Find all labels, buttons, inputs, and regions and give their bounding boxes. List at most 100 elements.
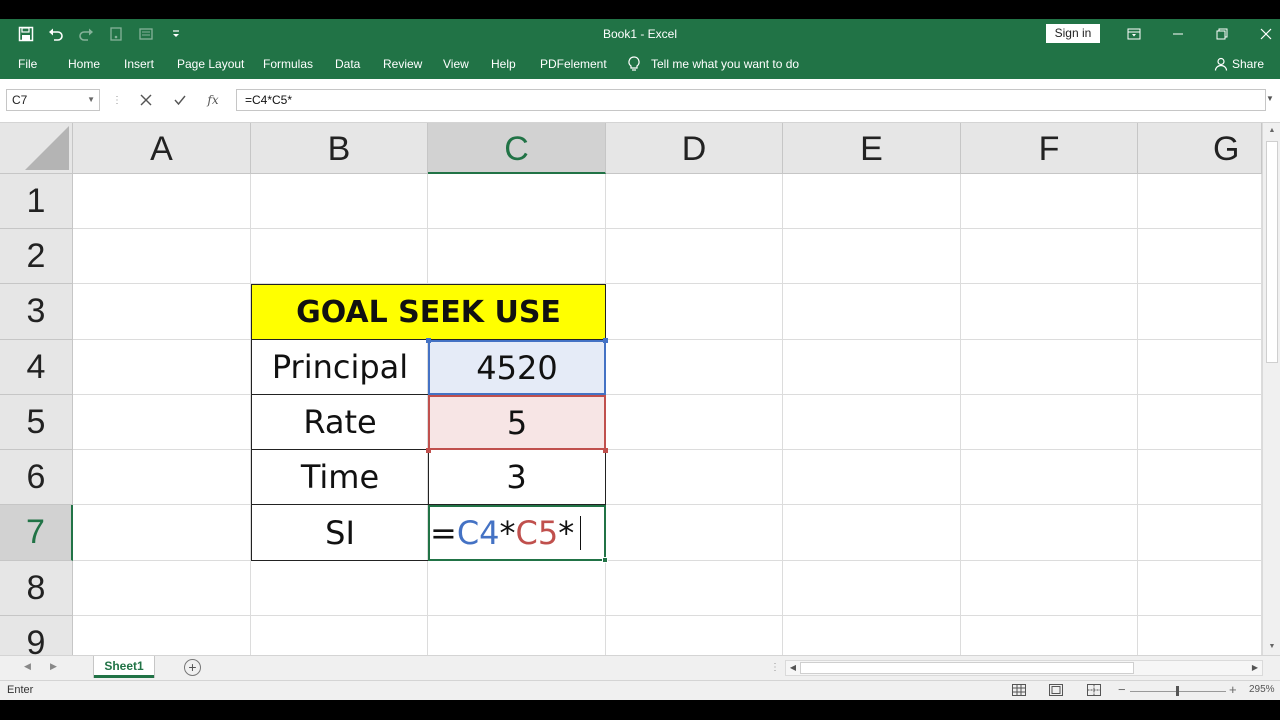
zoom-level[interactable]: 295%	[1249, 684, 1275, 695]
tab-view[interactable]: View	[443, 49, 469, 79]
name-box[interactable]: C7 ▼	[6, 89, 100, 111]
cell-c6-value[interactable]: 3	[428, 450, 606, 505]
next-sheet-icon[interactable]: ▶	[50, 661, 57, 672]
horizontal-scroll-thumb[interactable]	[800, 662, 1134, 674]
cell-b5-label[interactable]: Rate	[251, 395, 429, 450]
column-header-d[interactable]: D	[606, 123, 783, 174]
restore-icon[interactable]	[1200, 19, 1244, 49]
column-header-b[interactable]: B	[251, 123, 428, 174]
expand-formula-bar-icon[interactable]: ▼	[1266, 94, 1274, 103]
zoom-slider-thumb[interactable]	[1176, 686, 1179, 696]
tell-me-label: Tell me what you want to do	[651, 57, 800, 71]
column-header-e[interactable]: E	[783, 123, 961, 174]
row-header-9[interactable]: 9	[0, 616, 73, 655]
page-break-preview-icon[interactable]	[1087, 684, 1101, 696]
tab-home[interactable]: Home	[68, 49, 100, 79]
insert-function-button[interactable]: fx	[200, 89, 226, 111]
save-icon[interactable]	[14, 22, 38, 46]
tab-data[interactable]: Data	[335, 49, 360, 79]
share-button[interactable]: Share	[1214, 49, 1264, 79]
tab-page-layout[interactable]: Page Layout	[177, 49, 244, 79]
sign-in-button[interactable]: Sign in	[1046, 24, 1100, 43]
form-icon[interactable]	[134, 22, 158, 46]
close-icon[interactable]	[1244, 19, 1280, 49]
row-header-7[interactable]: 7	[0, 505, 73, 561]
cell-c5-value[interactable]: 5	[428, 395, 606, 450]
column-header-c[interactable]: C	[428, 123, 606, 174]
ref-handle[interactable]	[603, 448, 608, 453]
column-header-f[interactable]: F	[961, 123, 1138, 174]
worksheet-grid[interactable]: A B C D E F G 1 2 3 4 5 6 7 8 9 GOAL SEE…	[0, 123, 1262, 655]
fill-handle[interactable]	[602, 557, 608, 563]
scroll-down-icon[interactable]: ▼	[1263, 639, 1280, 655]
scroll-up-icon[interactable]: ▲	[1263, 123, 1280, 139]
horizontal-scrollbar[interactable]: ◀ ▶	[785, 660, 1263, 676]
share-label: Share	[1232, 57, 1265, 71]
cell-b6-label[interactable]: Time	[251, 450, 429, 505]
row-header-6[interactable]: 6	[0, 450, 73, 505]
chevron-down-icon[interactable]: ▼	[87, 90, 95, 110]
status-mode: Enter	[7, 684, 34, 696]
quick-access-toolbar	[14, 19, 188, 49]
cell-c4-value[interactable]: 4520	[428, 340, 606, 395]
sheet-tab-sheet1[interactable]: Sheet1	[94, 656, 154, 678]
gridline	[782, 174, 783, 655]
window-controls	[1112, 19, 1280, 49]
status-bar: Enter − + 295%	[0, 680, 1280, 700]
redo-icon[interactable]	[74, 22, 98, 46]
tell-me-search[interactable]: Tell me what you want to do	[627, 49, 799, 79]
ribbon-tabs: File Home Insert Page Layout Formulas Da…	[0, 49, 1280, 79]
ref-handle[interactable]	[603, 338, 608, 343]
tab-review[interactable]: Review	[383, 49, 422, 79]
row-header-1[interactable]: 1	[0, 174, 73, 229]
formula-bar-resize-handle[interactable]: ⋮	[112, 95, 122, 106]
cell-b4-label[interactable]: Principal	[251, 340, 429, 395]
row-header-2[interactable]: 2	[0, 229, 73, 284]
zoom-in-button[interactable]: +	[1229, 682, 1237, 697]
tab-pdfelement[interactable]: PDFelement	[540, 49, 607, 79]
formula-input[interactable]: =C4*C5*	[236, 89, 1266, 111]
gridline	[73, 615, 1262, 616]
tab-help[interactable]: Help	[491, 49, 516, 79]
select-all-button[interactable]	[0, 123, 73, 174]
row-header-3[interactable]: 3	[0, 284, 73, 340]
scroll-right-icon[interactable]: ▶	[1248, 661, 1262, 675]
fx-label: fx	[207, 93, 219, 107]
add-sheet-button[interactable]: +	[184, 659, 201, 676]
row-header-5[interactable]: 5	[0, 395, 73, 450]
ribbon-display-options-icon[interactable]	[1112, 19, 1156, 49]
tab-formulas[interactable]: Formulas	[263, 49, 313, 79]
row-header-8[interactable]: 8	[0, 561, 73, 616]
tab-split-handle[interactable]: ⋮	[770, 662, 780, 673]
vertical-scroll-thumb[interactable]	[1266, 141, 1278, 363]
touch-mode-icon[interactable]	[104, 22, 128, 46]
scroll-left-icon[interactable]: ◀	[786, 661, 800, 675]
column-header-g[interactable]: G	[1138, 123, 1262, 174]
column-header-a[interactable]: A	[73, 123, 251, 174]
formula-bar: C7 ▼ ⋮ fx =C4*C5* ▼	[0, 79, 1280, 123]
confirm-entry-icon[interactable]	[167, 89, 193, 111]
active-cell-c7[interactable]: = C4 * C5 *	[428, 505, 606, 561]
formula-token-eq: =	[430, 514, 457, 552]
formula-token-ref-c4: C4	[456, 514, 500, 552]
gridline	[1137, 174, 1138, 655]
select-all-triangle-icon	[25, 126, 69, 170]
prev-sheet-icon[interactable]: ◀	[24, 661, 31, 672]
customize-qat-icon[interactable]	[164, 22, 188, 46]
cancel-entry-icon[interactable]	[133, 89, 159, 111]
ref-handle[interactable]	[426, 338, 431, 343]
page-layout-view-icon[interactable]	[1049, 684, 1063, 696]
text-caret	[580, 516, 582, 550]
gridline	[960, 174, 961, 655]
row-header-4[interactable]: 4	[0, 340, 73, 395]
tab-file[interactable]: File	[18, 49, 37, 79]
cell-b7-label[interactable]: SI	[251, 505, 429, 561]
vertical-scrollbar[interactable]: ▲ ▼	[1262, 123, 1280, 655]
tab-insert[interactable]: Insert	[124, 49, 154, 79]
zoom-out-button[interactable]: −	[1118, 682, 1126, 697]
normal-view-icon[interactable]	[1012, 684, 1026, 696]
minimize-icon[interactable]	[1156, 19, 1200, 49]
table-title-cell[interactable]: GOAL SEEK USE	[251, 284, 606, 340]
ref-handle[interactable]	[426, 448, 431, 453]
undo-icon[interactable]	[44, 22, 68, 46]
